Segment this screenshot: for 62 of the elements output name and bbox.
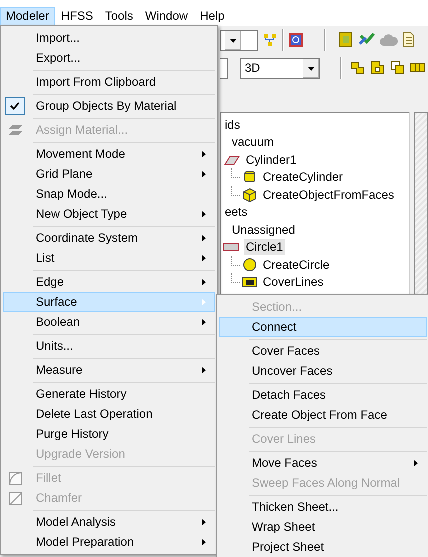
menu-item[interactable]: Delete Last Operation [3,404,215,424]
tree-item[interactable]: CreateObjectFromFaces [261,186,396,203]
menu-item[interactable]: Measure [3,360,215,380]
dropdown-arrow-icon [303,58,319,78]
menu-bar-item[interactable]: HFSS [55,7,100,26]
tree-item[interactable]: ids [223,116,242,133]
menu-item[interactable]: Import... [3,28,215,48]
menu-item[interactable]: Group Objects By Material [3,96,215,116]
menu-bar-item[interactable]: Window [139,7,194,26]
menu-item[interactable]: Generate History [3,384,215,404]
document-icon [402,32,416,48]
menu-bar-item[interactable]: Help [194,7,231,26]
checkmark-icon [358,32,376,48]
menu-item[interactable]: Connect [219,317,427,337]
menu-item[interactable]: Create Object From Face [219,405,427,425]
menu-item[interactable]: List [3,248,215,268]
tree-item[interactable]: vacuum [230,134,276,150]
shape-icon [370,60,386,76]
menu-item[interactable]: Grid Plane [3,164,215,184]
menu-item[interactable]: Uncover Faces [219,361,427,381]
dropdown-field[interactable] [220,30,258,50]
overlap-icon [390,60,406,76]
chamfer-icon [8,491,24,506]
menu-item[interactable]: Coordinate System [3,228,215,248]
shape-icon [350,60,366,76]
tree-item[interactable]: CoverLines [261,274,326,290]
menu-item[interactable]: Movement Mode [3,144,215,164]
tree-item[interactable]: CreateCircle [261,256,332,273]
cube-icon [242,186,258,203]
material-icon [8,123,24,138]
menu-item[interactable]: Edge [3,272,215,292]
dropdown-arrow-icon [225,30,241,50]
menu-item[interactable]: Project Sheet [219,537,427,557]
menu-item[interactable]: Purge History [3,424,215,444]
circle-icon [242,256,258,273]
fillet-icon [8,471,24,486]
menu-bar-item[interactable]: Tools [99,7,140,26]
tree-item[interactable]: eets [223,204,250,220]
menu-item[interactable]: Wrap Sheet [219,517,427,537]
view-dropdown[interactable]: 3D [240,58,320,78]
menu-item[interactable]: Import From Clipboard [3,72,215,92]
menu-item[interactable]: Model Analysis [3,512,215,532]
network-icon [262,32,278,48]
tree-item[interactable]: CreateCylinder [261,169,346,186]
cloud-icon [380,32,398,48]
menu-item[interactable]: Boolean [3,312,215,332]
menu-item[interactable]: Cover Faces [219,341,427,361]
menu-item[interactable]: New Object Type [3,204,215,224]
menu-bar-item[interactable]: Modeler [0,7,56,26]
menu-item[interactable]: Thicken Sheet... [219,497,427,517]
tree-item[interactable]: Circle1 [244,239,286,256]
menu-item[interactable]: Snap Mode... [3,184,215,204]
menu-item[interactable]: Detach Faces [219,385,427,405]
menu-item[interactable]: Export... [3,48,215,68]
menu-item[interactable]: Units... [3,336,215,356]
tree-item[interactable]: Unassigned [230,222,298,238]
menu-item[interactable]: Move Faces [219,453,427,473]
cylinder-icon [242,169,258,186]
menu-item[interactable]: Surface [3,292,215,312]
tree-item[interactable]: Cylinder1 [244,152,299,168]
menu-item[interactable]: Model Preparation [3,532,215,552]
text-field[interactable] [220,58,228,78]
